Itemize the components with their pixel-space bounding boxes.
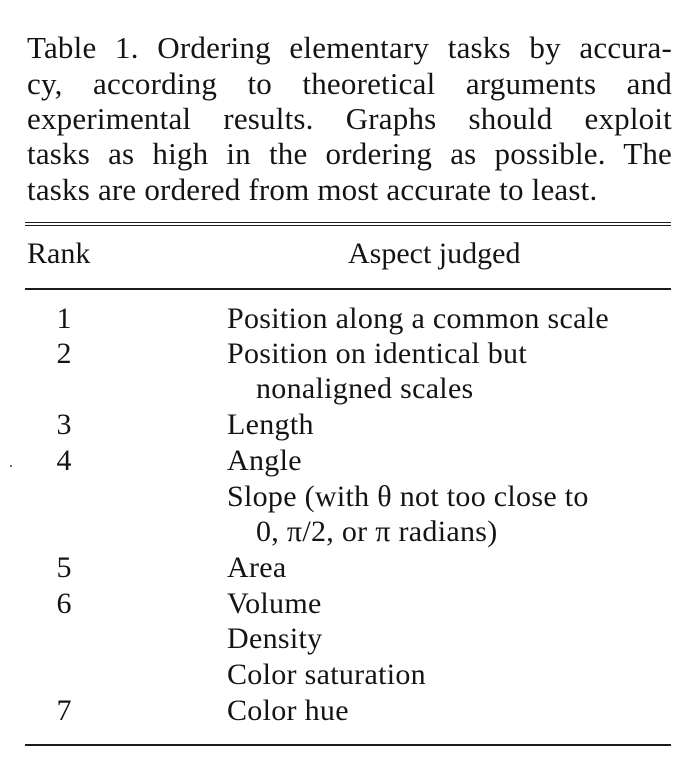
aspect-cell: Position along a common scale: [227, 302, 609, 335]
scan-speck: [10, 465, 12, 467]
table-caption-line-1: Table 1. Ordering elementary tasks by ac…: [27, 30, 672, 65]
rank-cell: 7: [56, 694, 72, 727]
table-bottom-rule: [25, 744, 671, 746]
aspect-cell: Length: [227, 408, 314, 441]
rank-cell: 6: [56, 587, 72, 620]
rank-cell: 2: [56, 337, 72, 370]
aspect-cell: Angle: [227, 444, 302, 477]
aspect-cell: Area: [227, 551, 287, 584]
aspect-cell-continuation: nonaligned scales: [256, 372, 474, 405]
table-caption-line-2: cy, according to theoretical arguments a…: [27, 66, 672, 101]
aspect-cell: Slope (with θ not too close to: [227, 480, 589, 513]
document-page: Table 1. Ordering elementary tasks by ac…: [0, 0, 695, 768]
aspect-cell: Position on identical but: [227, 337, 527, 370]
table-caption-line-5: tasks are ordered from most accurate to …: [27, 172, 598, 207]
table-caption-line-4: tasks as high in the ordering as possibl…: [27, 136, 672, 171]
header-rule: [25, 288, 671, 290]
rank-cell: 4: [56, 444, 72, 477]
column-header-rank: Rank: [27, 237, 91, 270]
aspect-cell: Volume: [227, 587, 322, 620]
aspect-cell: Color saturation: [227, 658, 426, 691]
aspect-cell-continuation: 0, π/2, or π radians): [256, 515, 498, 548]
table-top-rule: [25, 222, 671, 226]
table-caption-line-3: experimental results. Graphs should expl…: [27, 101, 672, 136]
rank-cell: 1: [56, 302, 72, 335]
aspect-cell: Density: [227, 622, 323, 655]
column-header-aspect-judged: Aspect judged: [348, 237, 521, 270]
rank-cell: 5: [56, 551, 72, 584]
aspect-cell: Color hue: [227, 694, 349, 727]
rank-cell: 3: [56, 408, 72, 441]
